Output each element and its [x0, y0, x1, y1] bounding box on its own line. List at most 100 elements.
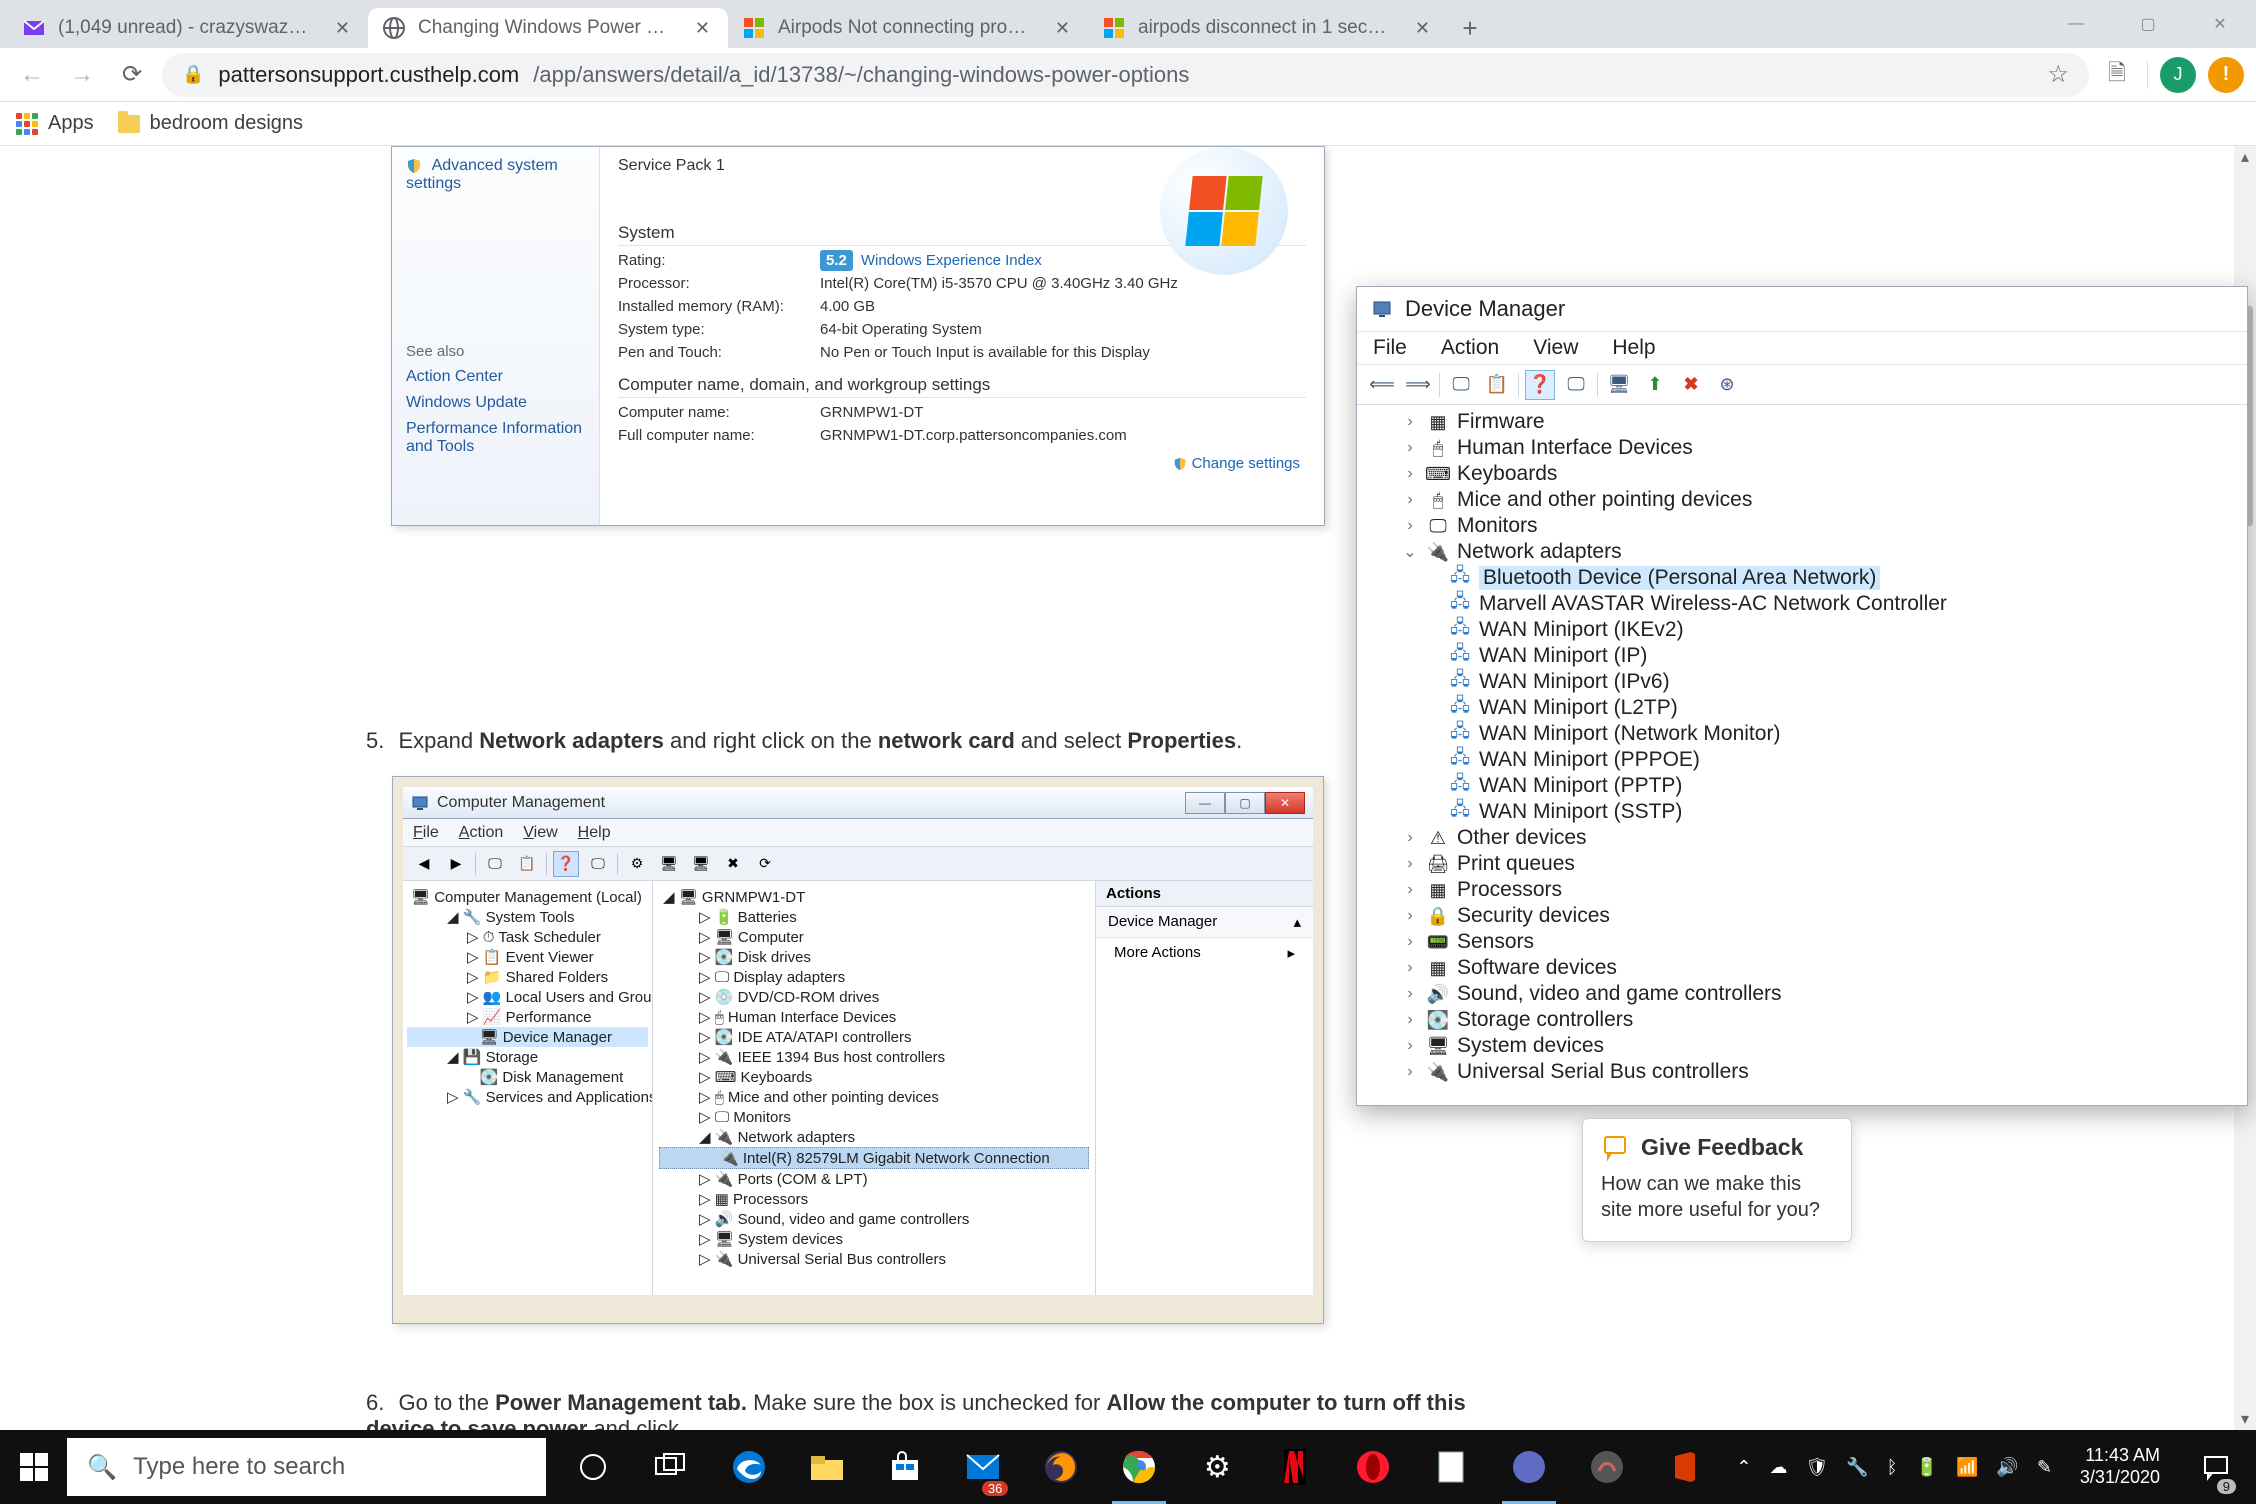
- notif-badge: 9: [2217, 1479, 2236, 1494]
- avatar-letter: J: [2174, 64, 2183, 85]
- forward-button[interactable]: →: [62, 55, 102, 95]
- clock-date: 3/31/2020: [2080, 1467, 2160, 1489]
- tb-back-icon[interactable]: ⟸: [1367, 370, 1397, 400]
- bookmark-folder[interactable]: bedroom designs: [118, 112, 303, 135]
- apps-label: Apps: [48, 112, 94, 135]
- url-input[interactable]: 🔒 pattersonsupport.custhelp.com/app/answ…: [162, 53, 2089, 97]
- tb-scan-icon[interactable]: 🖵: [1561, 370, 1591, 400]
- bookmark-star-icon[interactable]: ☆: [2047, 60, 2069, 89]
- menu-action[interactable]: Action: [1441, 336, 1499, 360]
- wifi-icon[interactable]: 📶: [1956, 1457, 1978, 1478]
- tb-fwd-icon[interactable]: ⟹: [1403, 370, 1433, 400]
- store-icon[interactable]: [866, 1430, 944, 1504]
- close-icon[interactable]: ✕: [335, 18, 350, 39]
- tab-mail[interactable]: (1,049 unread) - crazyswazy@ya ✕: [8, 8, 368, 48]
- file-explorer-icon[interactable]: [788, 1430, 866, 1504]
- start-button[interactable]: [0, 1430, 67, 1504]
- folder-icon: [118, 115, 140, 133]
- tb-help-icon[interactable]: ❓: [1525, 370, 1555, 400]
- chrome-icon[interactable]: [1100, 1430, 1178, 1504]
- edge-icon[interactable]: [710, 1430, 788, 1504]
- settings-icon[interactable]: ⚙: [1178, 1430, 1256, 1504]
- tb-disable-icon[interactable]: ✖: [1676, 370, 1706, 400]
- url-path: /app/answers/detail/a_id/13738/~/changin…: [533, 62, 1189, 88]
- back-button[interactable]: ←: [12, 55, 52, 95]
- devmgr-tree[interactable]: ›▦Firmware ›🖱Human Interface Devices ›⌨K…: [1357, 405, 2247, 1105]
- selected-adapter[interactable]: 🖧Bluetooth Device (Personal Area Network…: [1375, 565, 2247, 591]
- task-view-icon[interactable]: [632, 1430, 710, 1504]
- menu-view[interactable]: View: [1533, 336, 1578, 360]
- firefox-icon[interactable]: [1022, 1430, 1100, 1504]
- tab-airpods[interactable]: Airpods Not connecting properly ✕: [728, 8, 1088, 48]
- perf-info-link: Performance Information and Tools: [406, 420, 585, 456]
- url-domain: pattersonsupport.custhelp.com: [218, 62, 519, 88]
- tab-title: airpods disconnect in 1 second -: [1138, 17, 1393, 39]
- cm-tree: 🖥 Computer Management (Local) ◢ 🔧 System…: [403, 881, 653, 1295]
- menu-file[interactable]: File: [1373, 336, 1407, 360]
- address-bar: ← → ⟳ 🔒 pattersonsupport.custhelp.com/ap…: [0, 48, 2256, 102]
- scroll-up-icon[interactable]: ▴: [2234, 146, 2256, 168]
- tab-airpods2[interactable]: airpods disconnect in 1 second - ✕: [1088, 8, 1448, 48]
- new-tab-button[interactable]: +: [1448, 8, 1492, 48]
- windows-update-link: Windows Update: [406, 394, 585, 412]
- minimize-button[interactable]: —: [2040, 0, 2112, 48]
- mail-badge: 36: [982, 1481, 1008, 1496]
- tab-active[interactable]: Changing Windows Power Optio ✕: [368, 8, 728, 48]
- maximize-button[interactable]: ▢: [2112, 0, 2184, 48]
- opera-icon[interactable]: [1334, 1430, 1412, 1504]
- device-manager-window[interactable]: Device Manager File Action View Help ⟸ ⟹…: [1356, 286, 2248, 1106]
- cm-device-tree: ◢ 🖥 GRNMPW1-DT ▷ 🔋 Batteries ▷ 🖥 Compute…: [653, 881, 1095, 1295]
- feedback-popup[interactable]: Give Feedback How can we make this site …: [1582, 1118, 1852, 1242]
- cm-menu: FileActionViewHelp: [403, 819, 1313, 847]
- cm-close: ✕: [1265, 792, 1305, 814]
- pen-icon[interactable]: ✎: [2037, 1457, 2052, 1478]
- devmgr-icon: [1371, 298, 1393, 320]
- close-icon[interactable]: ✕: [1055, 18, 1070, 39]
- tray-expand-icon[interactable]: ⌃: [1736, 1457, 1751, 1478]
- notepad-icon[interactable]: [1412, 1430, 1490, 1504]
- profile-avatar[interactable]: J: [2160, 57, 2196, 93]
- tb-uninstall-icon[interactable]: ⊛: [1712, 370, 1742, 400]
- bluetooth-icon[interactable]: ᛒ: [1887, 1457, 1898, 1478]
- chrome-active-icon[interactable]: [1490, 1430, 1568, 1504]
- onedrive-icon[interactable]: ☁: [1769, 1457, 1787, 1478]
- volume-icon[interactable]: 🔊: [1996, 1457, 2018, 1478]
- update-warning-icon[interactable]: !: [2208, 57, 2244, 93]
- feedback-body: How can we make this site more useful fo…: [1601, 1171, 1833, 1223]
- step-5: 5. Expand Network adapters and right cli…: [366, 728, 1242, 754]
- battery-icon[interactable]: 🔋: [1916, 1457, 1938, 1478]
- window-close-button[interactable]: ✕: [2184, 0, 2256, 48]
- tab-title: Changing Windows Power Optio: [418, 17, 673, 39]
- tb-show-icon[interactable]: 🖵: [1446, 370, 1476, 400]
- bookmark-label: bedroom designs: [150, 112, 303, 135]
- apps-button[interactable]: Apps: [16, 112, 94, 135]
- mail-icon[interactable]: 36: [944, 1430, 1022, 1504]
- system-tray[interactable]: ⌃ ☁ 🛡 🔧 ᛒ 🔋 📶 🔊 ✎ 11:43 AM 3/31/2020 9: [1724, 1430, 2256, 1504]
- close-icon[interactable]: ✕: [695, 18, 710, 39]
- advanced-settings-link: Advanced system settings: [406, 157, 585, 193]
- cortana-icon[interactable]: [554, 1430, 632, 1504]
- menu-help[interactable]: Help: [1612, 336, 1655, 360]
- tb-prop-icon[interactable]: 📋: [1482, 370, 1512, 400]
- reader-icon[interactable]: 🗎: [2099, 57, 2135, 93]
- action-center-icon[interactable]: 9: [2188, 1430, 2244, 1504]
- scroll-down-icon[interactable]: ▾: [2234, 1408, 2256, 1430]
- close-icon[interactable]: ✕: [1415, 18, 1430, 39]
- action-center-link: Action Center: [406, 368, 585, 386]
- taskbar-clock[interactable]: 11:43 AM 3/31/2020: [2070, 1445, 2170, 1488]
- office-icon[interactable]: [1646, 1430, 1724, 1504]
- netflix-icon[interactable]: [1256, 1430, 1334, 1504]
- bookmarks-bar: Apps bedroom designs: [0, 102, 2256, 146]
- tb-update-icon[interactable]: 🖥: [1604, 370, 1634, 400]
- app-icon[interactable]: [1568, 1430, 1646, 1504]
- tool-icon[interactable]: 🔧: [1846, 1457, 1868, 1478]
- devmgr-toolbar: ⟸ ⟹ 🖵 📋 ❓ 🖵 🖥 ⬆ ✖ ⊛: [1357, 365, 2247, 405]
- reload-button[interactable]: ⟳: [112, 55, 152, 95]
- taskbar-search[interactable]: 🔍 Type here to search: [67, 1438, 546, 1496]
- av-icon[interactable]: 🛡: [1805, 1457, 1828, 1478]
- tab-title: (1,049 unread) - crazyswazy@ya: [58, 17, 313, 39]
- tb-enable-icon[interactable]: ⬆: [1640, 370, 1670, 400]
- feedback-title: Give Feedback: [1641, 1134, 1803, 1161]
- devmgr-menu[interactable]: File Action View Help: [1357, 331, 2247, 365]
- mail-icon: [22, 16, 46, 40]
